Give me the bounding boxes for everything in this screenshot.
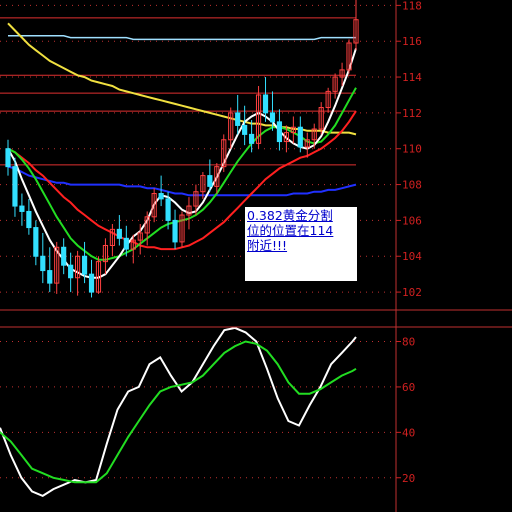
candle-body: [68, 264, 74, 279]
annotation-line-3: 附近!!!: [247, 238, 288, 253]
candle-body: [12, 166, 18, 207]
price-tick-label: 110: [402, 143, 422, 156]
candle-body: [249, 133, 255, 144]
candle-body: [276, 121, 283, 143]
annotation-box: 0.382黄金分割 位的位置在114 附近!!!: [245, 207, 357, 281]
candle-body: [26, 210, 32, 229]
candle-body: [269, 112, 276, 123]
candle-body: [235, 112, 241, 126]
price-tick-label: 108: [402, 179, 422, 192]
candle-body: [172, 219, 178, 243]
osc-tick-label: 80: [402, 336, 415, 349]
price-tick-label: 106: [402, 214, 422, 227]
candle-body: [40, 255, 46, 272]
candle-body: [81, 255, 88, 275]
candle-body: [123, 237, 129, 250]
candle-body: [19, 205, 25, 212]
price-tick-label: 104: [402, 250, 422, 263]
annotation-line-1: 0.382黄金分割: [247, 208, 333, 223]
candle-body: [61, 246, 67, 266]
candle-body: [47, 270, 53, 284]
oscillator-grid-lines: [0, 341, 396, 479]
price-tick-label: 112: [402, 107, 422, 120]
candle-body: [5, 148, 11, 168]
ma-cyan-line: [8, 35, 356, 41]
osc-tick-label: 20: [402, 472, 415, 485]
oscillator-axis: 20 40 60 80: [396, 336, 415, 485]
candle-body: [262, 94, 269, 114]
candle-body: [165, 198, 171, 221]
price-tick-label: 114: [402, 71, 422, 84]
oscillator-lines: [0, 326, 357, 498]
osc-green-line: [0, 340, 357, 484]
candle-body: [207, 175, 213, 187]
candle-body: [33, 227, 39, 257]
price-axis: 102 104 106 108 110 112 114 116 118: [396, 0, 422, 299]
ma-blue-line: [7, 165, 357, 197]
price-tick-label: 116: [402, 35, 422, 48]
price-tick-label: 102: [402, 286, 422, 299]
candle-body: [158, 193, 164, 200]
price-tick-label: 118: [402, 0, 422, 12]
osc-tick-label: 60: [402, 381, 415, 394]
candle-body: [242, 124, 248, 135]
candle-body: [88, 273, 95, 293]
osc-tick-label: 40: [402, 426, 415, 439]
candle-body: [297, 126, 303, 148]
candle-body: [116, 228, 122, 239]
annotation-line-2: 位的位置在114: [247, 223, 334, 238]
osc-white-line: [0, 326, 357, 498]
